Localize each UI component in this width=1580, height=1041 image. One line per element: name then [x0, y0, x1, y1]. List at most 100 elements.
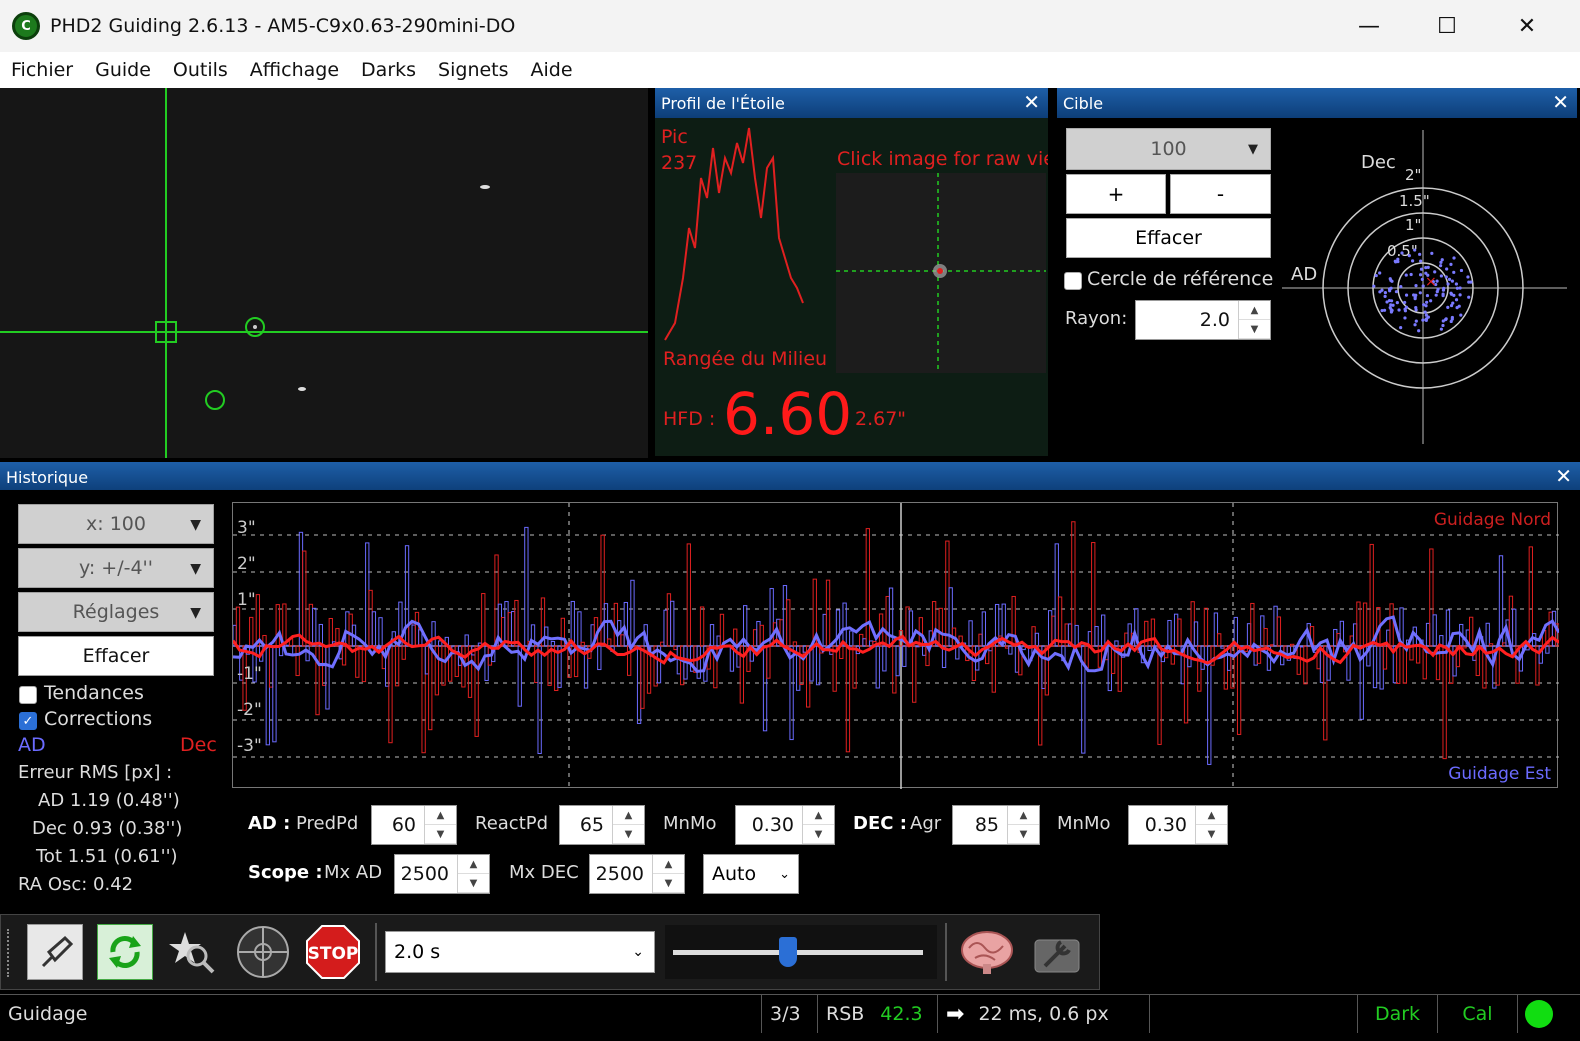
y-tick-1: 1"	[237, 590, 256, 610]
loop-icon	[109, 936, 141, 968]
window-title: PHD2 Guiding 2.6.13 - AM5-C9x0.63-290min…	[50, 15, 516, 37]
hfd-arcsec: 2.67"	[855, 408, 907, 430]
title-bar: C PHD2 Guiding 2.6.13 - AM5-C9x0.63-290m…	[0, 0, 1580, 52]
toolbar-grip[interactable]	[7, 929, 11, 977]
auto-select-star-button[interactable]	[165, 924, 221, 980]
y-scale-select[interactable]: y: +/-4'' ▼	[18, 548, 214, 588]
main-toolbar: STOP 2.0 s ⌄	[0, 914, 1100, 990]
predpd-value: 60	[391, 814, 416, 836]
star-thumbnail[interactable]	[836, 173, 1046, 373]
close-icon[interactable]: ✕	[1552, 90, 1569, 114]
trends-checkbox[interactable]	[19, 686, 37, 704]
ra-legend: AD	[18, 734, 46, 756]
max-ra-input[interactable]: 2500 ▲ ▼	[394, 854, 490, 894]
history-clear-button[interactable]: Effacer	[18, 636, 214, 676]
reference-circle-checkbox[interactable]	[1064, 272, 1082, 290]
rms-dec: Dec 0.93 (0.38'')	[32, 818, 183, 839]
menu-darks[interactable]: Darks	[350, 59, 427, 81]
menu-guide[interactable]: Guide	[84, 59, 162, 81]
history-graph[interactable]: 3" 2" 1" -1" -2" -3" Guidage Nord Guidag…	[231, 502, 1561, 789]
stop-button[interactable]: STOP	[305, 924, 361, 980]
frame-counter: 3/3	[762, 995, 818, 1033]
menu-signets[interactable]: Signets	[427, 59, 519, 81]
predpd-input[interactable]: 60 ▲ ▼	[371, 805, 457, 845]
reactpd-input[interactable]: 65 ▲ ▼	[559, 805, 645, 845]
brain-icon	[961, 931, 1013, 974]
ra-oscillation: RA Osc: 0.42	[18, 874, 134, 895]
max-ra-stepper[interactable]: ▲ ▼	[457, 855, 489, 893]
x-scale-select[interactable]: x: 100 ▼	[18, 504, 214, 544]
chevron-down-icon: ▼	[190, 517, 201, 533]
ra-minmove-stepper[interactable]: ▲ ▼	[802, 806, 834, 844]
dec-minmove-stepper[interactable]: ▲ ▼	[1195, 806, 1227, 844]
minimize-button[interactable]: —	[1330, 0, 1408, 52]
ra-minmove-label: MnMo	[663, 813, 717, 834]
rms-total: Tot 1.51 (0.61'')	[36, 846, 178, 867]
guide-star-marker[interactable]	[205, 390, 225, 410]
menu-fichier[interactable]: Fichier	[0, 59, 84, 81]
corrections-label: Corrections	[44, 708, 153, 730]
aggression-input[interactable]: 85 ▲ ▼	[952, 805, 1040, 845]
status-message: Guidage	[0, 995, 762, 1033]
zoom-select[interactable]: 100 ▼	[1066, 128, 1271, 170]
aggression-stepper[interactable]: ▲ ▼	[1007, 806, 1039, 844]
zoom-out-button[interactable]: -	[1170, 174, 1271, 214]
advanced-settings-button[interactable]	[1029, 924, 1085, 980]
max-dec-input[interactable]: 2500 ▲ ▼	[589, 854, 685, 894]
close-icon[interactable]: ✕	[1555, 464, 1572, 488]
history-panel: x: 100 ▼ y: +/-4'' ▼ Réglages ▼ Effacer Ten…	[0, 490, 1580, 914]
corrections-checkbox[interactable]: ✓	[19, 712, 37, 730]
menu-affichage[interactable]: Affichage	[239, 59, 350, 81]
zoom-in-button[interactable]: +	[1066, 174, 1166, 214]
star	[298, 387, 306, 391]
guide-east-label: Guidage Est	[1448, 764, 1551, 784]
menu-aide[interactable]: Aide	[520, 59, 584, 81]
slider-thumb[interactable]	[779, 937, 797, 967]
dec-mode-select[interactable]: Auto ⌄	[703, 854, 799, 894]
radius-input[interactable]: 2.0 ▲ ▼	[1135, 300, 1271, 340]
chevron-down-icon: ⌄	[632, 944, 644, 960]
ra-minmove-value: 0.30	[751, 814, 794, 836]
dec-minmove-input[interactable]: 0.30 ▲ ▼	[1128, 805, 1228, 845]
ra-minmove-input[interactable]: 0.30 ▲ ▼	[735, 805, 835, 845]
x-scale-value: x: 100	[86, 513, 146, 535]
guide-pulse-value: 22 ms, 0.6 px	[978, 1003, 1109, 1025]
snr-value: 42.3	[880, 1003, 923, 1025]
menu-outils[interactable]: Outils	[162, 59, 239, 81]
dec-mode-value: Auto	[712, 863, 757, 885]
reactpd-stepper[interactable]: ▲ ▼	[612, 806, 644, 844]
y-tick-neg2: -2"	[237, 700, 262, 720]
toolbar-separator	[945, 923, 947, 981]
dec-legend: Dec	[180, 734, 217, 756]
connect-equipment-button[interactable]	[27, 924, 83, 980]
profile-panel-header: Profil de l'Étoile ✕	[655, 88, 1048, 118]
slider-track	[673, 950, 923, 955]
dec-minmove-value: 0.30	[1144, 814, 1187, 836]
exposure-select[interactable]: 2.0 s ⌄	[385, 931, 655, 973]
zoom-value: 100	[1150, 138, 1187, 160]
close-icon[interactable]: ✕	[1023, 90, 1040, 114]
guide-button[interactable]	[235, 924, 291, 980]
chevron-down-icon: ⌄	[779, 866, 790, 882]
loop-exposure-button[interactable]	[97, 924, 153, 980]
y-tick-neg3: -3"	[237, 736, 262, 756]
exposure-value: 2.0 s	[394, 941, 441, 963]
history-settings-select[interactable]: Réglages ▼	[18, 592, 214, 632]
brightness-slider[interactable]	[665, 925, 937, 979]
usb-plug-icon	[41, 935, 74, 968]
ra-params-label: AD :	[248, 813, 291, 834]
guiding-assistant-button[interactable]	[959, 924, 1015, 980]
target-clear-button[interactable]: Effacer	[1066, 218, 1271, 258]
ring-label-2: 2"	[1405, 166, 1421, 184]
settings-label: Réglages	[72, 601, 160, 623]
predpd-stepper[interactable]: ▲ ▼	[424, 806, 456, 844]
max-dec-label: Mx DEC	[509, 862, 579, 883]
guide-pulse-indicator: ➡ 22 ms, 0.6 px	[938, 995, 1150, 1033]
max-dec-stepper[interactable]: ▲ ▼	[652, 855, 684, 893]
history-panel-header: Historique ✕	[0, 462, 1580, 492]
close-button[interactable]: ✕	[1488, 0, 1566, 52]
maximize-button[interactable]: ☐	[1408, 0, 1486, 52]
arrow-right-icon: ➡	[946, 1001, 965, 1027]
camera-view[interactable]	[0, 88, 648, 458]
radius-stepper[interactable]: ▲ ▼	[1238, 301, 1270, 339]
